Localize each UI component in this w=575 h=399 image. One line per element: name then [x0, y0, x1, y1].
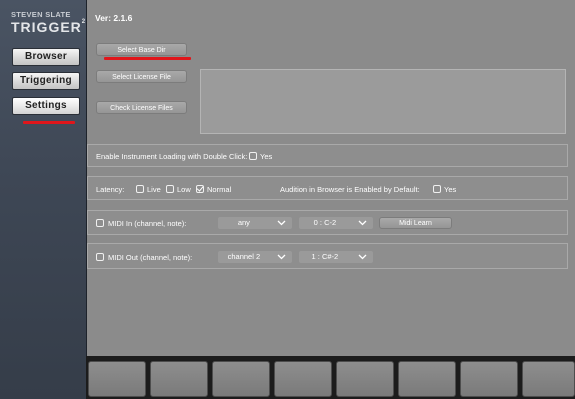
midi-in-row: MIDI In (channel, note): any 0 : C-2 Mid…: [87, 210, 568, 235]
trigger-pad[interactable]: [460, 361, 518, 397]
midi-out-channel-dropdown[interactable]: channel 2: [218, 251, 292, 263]
trigger-pad[interactable]: [150, 361, 208, 397]
instrument-loading-row: Enable Instrument Loading with Double Cl…: [87, 144, 568, 167]
select-license-file-button[interactable]: Select License File: [96, 70, 187, 83]
sidebar: STEVEN SLATE TRIGGER2 Browser Triggering…: [0, 0, 87, 399]
latency-live-label: Live: [147, 185, 161, 194]
check-license-files-button[interactable]: Check License Files: [96, 101, 187, 114]
latency-normal-label: Normal: [207, 185, 232, 194]
latency-live-checkbox[interactable]: [136, 185, 144, 193]
logo-superscript: 2: [81, 19, 87, 25]
trigger-pad[interactable]: [522, 361, 575, 397]
version-label: Ver: 2.1.6: [95, 13, 133, 23]
chevron-down-icon: [277, 254, 286, 260]
instrument-loading-checkbox[interactable]: [249, 152, 257, 160]
trigger-pad[interactable]: [274, 361, 332, 397]
midi-in-channel-dropdown[interactable]: any: [218, 217, 292, 229]
midi-out-note-dropdown[interactable]: 1 : C#-2: [299, 251, 373, 263]
instrument-loading-label: Enable Instrument Loading with Double Cl…: [96, 152, 248, 161]
audition-checkbox[interactable]: [433, 185, 441, 193]
chevron-down-icon: [358, 254, 367, 260]
trigger-pad[interactable]: [88, 361, 146, 397]
license-info-textbox[interactable]: [200, 69, 566, 134]
base-dir-underline: [104, 57, 191, 60]
trigger-pad[interactable]: [336, 361, 394, 397]
logo-brand-text: STEVEN SLATE: [11, 10, 71, 19]
chevron-down-icon: [358, 220, 367, 226]
active-tab-underline: [23, 121, 75, 124]
audition-label: Audition in Browser is Enabled by Defaul…: [280, 185, 420, 194]
midi-in-label: MIDI In (channel, note):: [108, 219, 187, 228]
instrument-loading-option: Yes: [260, 152, 273, 161]
latency-label: Latency:: [96, 185, 125, 194]
midi-in-checkbox[interactable]: [96, 219, 104, 227]
midi-in-channel-value: any: [237, 218, 250, 227]
select-base-dir-button[interactable]: Select Base Dir: [96, 43, 187, 56]
latency-low-label: Low: [177, 185, 191, 194]
midi-in-note-value: 0 : C-2: [313, 218, 337, 227]
midi-out-checkbox[interactable]: [96, 253, 104, 261]
settings-panel: Ver: 2.1.6 Select Base Dir Select Licens…: [87, 0, 575, 356]
trigger-pad[interactable]: [398, 361, 456, 397]
audition-option: Yes: [444, 185, 457, 194]
latency-row: Latency: Live Low Normal Audition in Bro…: [87, 176, 568, 200]
latency-low-checkbox[interactable]: [166, 185, 174, 193]
sidebar-item-settings[interactable]: Settings: [12, 97, 80, 115]
sidebar-item-triggering[interactable]: Triggering: [12, 72, 80, 90]
chevron-down-icon: [277, 220, 286, 226]
midi-out-row: MIDI Out (channel, note): channel 2 1 : …: [87, 243, 568, 269]
midi-out-channel-value: channel 2: [227, 252, 261, 261]
midi-out-note-value: 1 : C#-2: [311, 252, 339, 261]
midi-in-note-dropdown[interactable]: 0 : C-2: [299, 217, 373, 229]
sidebar-item-browser[interactable]: Browser: [12, 48, 80, 66]
latency-normal-checkbox[interactable]: [196, 185, 204, 193]
trigger-pad[interactable]: [212, 361, 270, 397]
logo-title: TRIGGER: [11, 19, 82, 35]
midi-out-label: MIDI Out (channel, note):: [108, 253, 193, 262]
pad-strip: [86, 356, 575, 399]
midi-learn-button[interactable]: Midi Learn: [379, 217, 452, 229]
logo: TRIGGER2: [11, 19, 85, 35]
